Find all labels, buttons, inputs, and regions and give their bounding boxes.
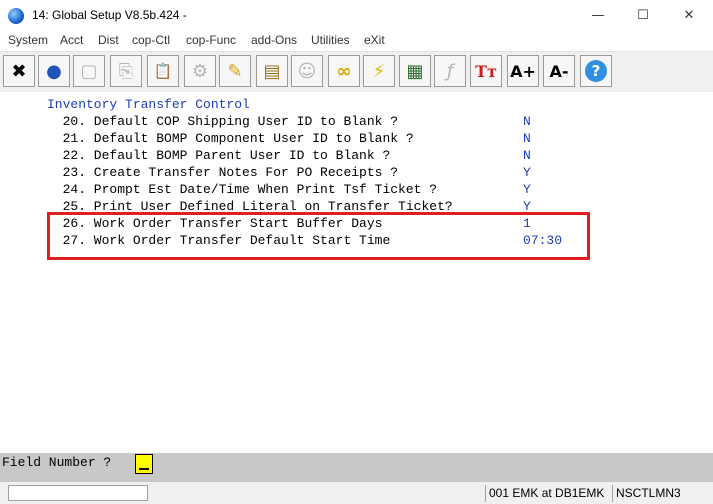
status-session: 001 EMK at DB1EMK	[485, 485, 612, 502]
field-23-label: 23. Create Transfer Notes For PO Receipt…	[47, 165, 399, 180]
terminal-screen: Inventory Transfer Control 20. Default C…	[0, 92, 713, 453]
field-21-value: N	[523, 131, 531, 146]
function-icon[interactable]: ƒ	[434, 55, 466, 87]
maximize-button[interactable]: ☐	[620, 0, 666, 31]
field-21-label: 21. Default BOMP Component User ID to Bl…	[47, 131, 414, 146]
status-program: NSCTLMN3	[612, 485, 713, 502]
menu-utilities[interactable]: Utilities	[311, 33, 350, 47]
menu-add-ons[interactable]: add-Ons	[251, 33, 297, 47]
font-smaller-icon[interactable]: A-	[543, 55, 575, 87]
command-bar: Field Number ?	[0, 453, 713, 482]
link-icon[interactable]: ∞	[328, 55, 360, 87]
field-23-value: Y	[523, 165, 531, 180]
menu-exit[interactable]: eXit	[364, 33, 385, 47]
minimize-button[interactable]: —	[575, 0, 621, 31]
menu-cop-ctl[interactable]: cop-Ctl	[132, 33, 170, 47]
field-22-label: 22. Default BOMP Parent User ID to Blank…	[47, 148, 391, 163]
menu-bar: System Acct Dist cop-Ctl cop-Func add-On…	[0, 31, 713, 51]
field-number-input[interactable]	[135, 454, 153, 474]
globe-icon[interactable]: ●	[38, 55, 70, 87]
menu-dist[interactable]: Dist	[98, 33, 119, 47]
menu-system[interactable]: System	[8, 33, 48, 47]
pencil-icon[interactable]: ✎	[219, 55, 251, 87]
status-progress-field	[8, 485, 148, 501]
lightning-icon[interactable]: ⚡	[363, 55, 395, 87]
copy-icon[interactable]: ⎘	[110, 55, 142, 87]
field-20-value: N	[523, 114, 531, 129]
font-larger-icon[interactable]: A+	[507, 55, 539, 87]
app-globe-icon	[8, 8, 24, 24]
highlight-box	[47, 212, 590, 260]
field-22-value: N	[523, 148, 531, 163]
users-icon[interactable]: ☺	[291, 55, 323, 87]
field-number-prompt: Field Number ?	[2, 455, 112, 470]
notepad-icon[interactable]: ▤	[256, 55, 288, 87]
font-icon[interactable]: Tт	[470, 55, 502, 87]
help-icon-button[interactable]: ?	[580, 55, 612, 87]
close-button[interactable]: ✕	[666, 0, 712, 31]
menu-cop-func[interactable]: cop-Func	[186, 33, 236, 47]
gear-icon[interactable]: ⚙	[184, 55, 216, 87]
screen-header: Inventory Transfer Control	[47, 97, 250, 112]
toolbar: ✖ ● ▢ ⎘ 📋 ⚙ ✎ ▤ ☺ ∞ ⚡ ▦ ƒ Tт A+ A- ?	[0, 51, 713, 93]
window-title: 14: Global Setup V8.5b.424 -	[32, 8, 187, 22]
paste-icon[interactable]: 📋	[147, 55, 179, 87]
status-bar: 001 EMK at DB1EMK NSCTLMN3	[0, 482, 713, 504]
form-icon[interactable]: ▦	[399, 55, 431, 87]
blank-icon[interactable]: ▢	[73, 55, 105, 87]
field-24-value: Y	[523, 182, 531, 197]
close-x-icon[interactable]: ✖	[3, 55, 35, 87]
menu-acct[interactable]: Acct	[60, 33, 83, 47]
help-icon: ?	[585, 60, 607, 82]
field-24-label: 24. Prompt Est Date/Time When Print Tsf …	[47, 182, 438, 197]
field-20-label: 20. Default COP Shipping User ID to Blan…	[47, 114, 399, 129]
title-bar: 14: Global Setup V8.5b.424 - — ☐ ✕	[0, 0, 713, 31]
